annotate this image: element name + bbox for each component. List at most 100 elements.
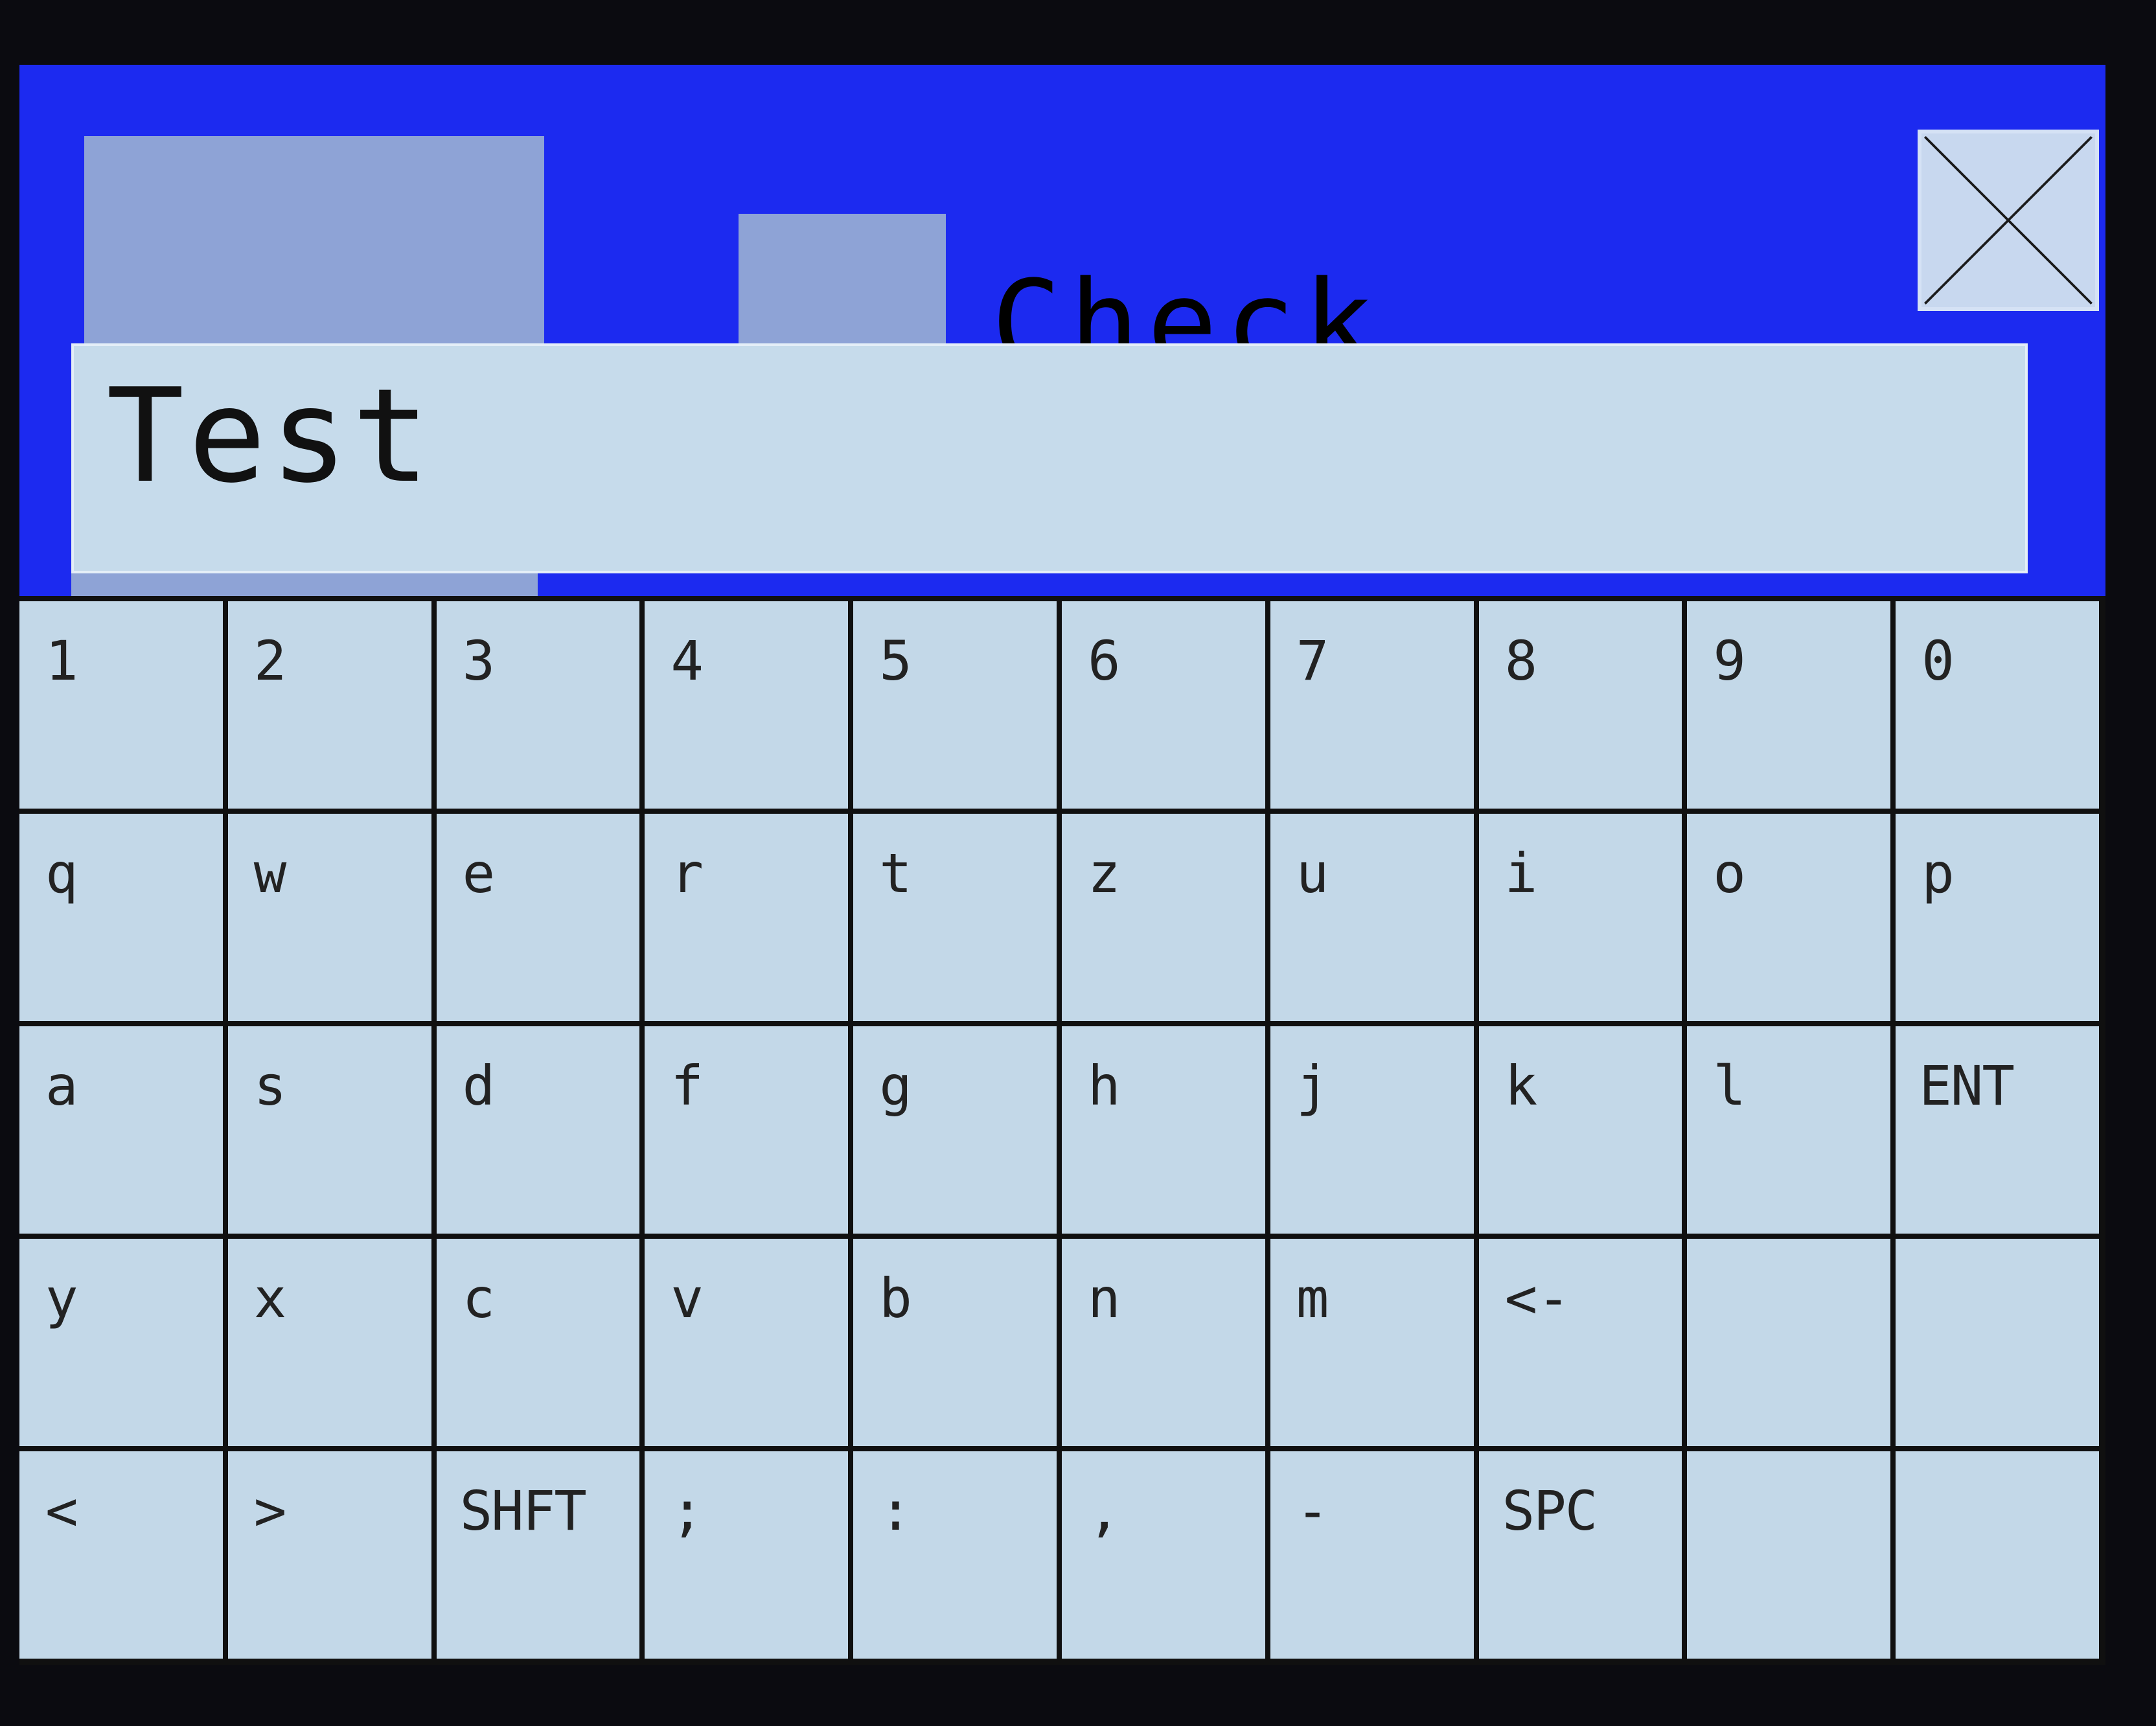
- touchscreen-display: Check Test 1234567890qwertzuiopasdfghjkl…: [19, 65, 2105, 1665]
- key-label: v: [671, 1267, 704, 1330]
- key-label: d: [462, 1054, 496, 1118]
- text-input-value: Test: [106, 361, 434, 512]
- key-label: t: [879, 842, 912, 905]
- key-n[interactable]: n: [1061, 1239, 1265, 1446]
- key-label: x: [253, 1267, 287, 1330]
- key-y[interactable]: y: [19, 1239, 223, 1446]
- key-t[interactable]: t: [853, 814, 1057, 1021]
- key-label: y: [45, 1267, 78, 1330]
- key-shift[interactable]: SHFT: [436, 1451, 640, 1659]
- key-label: a: [45, 1054, 78, 1118]
- key-semicolon[interactable]: ;: [645, 1451, 849, 1659]
- key-label: <-: [1504, 1267, 1570, 1330]
- key-6[interactable]: 6: [1061, 601, 1265, 809]
- key-label: ENT: [1919, 1054, 2015, 1118]
- key-label: u: [1296, 842, 1329, 905]
- key-comma[interactable]: ,: [1061, 1451, 1265, 1659]
- key-label: h: [1087, 1054, 1121, 1118]
- key-blank-4-8[interactable]: [1687, 1451, 1891, 1659]
- key-9[interactable]: 9: [1687, 601, 1891, 809]
- key-f[interactable]: f: [645, 1026, 849, 1234]
- key-g[interactable]: g: [853, 1026, 1057, 1234]
- key-a[interactable]: a: [19, 1026, 223, 1234]
- key-5[interactable]: 5: [853, 601, 1057, 809]
- key-l[interactable]: l: [1687, 1026, 1891, 1234]
- key-backspace[interactable]: <-: [1478, 1239, 1682, 1446]
- key-dash[interactable]: -: [1270, 1451, 1474, 1659]
- key-label: w: [253, 842, 287, 905]
- key-label: z: [1087, 842, 1121, 905]
- key-7[interactable]: 7: [1270, 601, 1474, 809]
- key-label: 2: [253, 629, 287, 693]
- key-label: 9: [1713, 629, 1746, 693]
- key-label: i: [1504, 842, 1538, 905]
- key-label: -: [1296, 1479, 1329, 1543]
- key-w[interactable]: w: [227, 814, 431, 1021]
- key-h[interactable]: h: [1061, 1026, 1265, 1234]
- key-4[interactable]: 4: [645, 601, 849, 809]
- key-8[interactable]: 8: [1478, 601, 1682, 809]
- key-label: 1: [45, 629, 78, 693]
- key-label: o: [1713, 842, 1746, 905]
- key-label: :: [879, 1479, 912, 1543]
- on-screen-keyboard: 1 2 3 4 5 6 7 8 9 0 q w e r t z u i o p a s d f g h j k l ENT y x c v b n m <…: [19, 596, 2105, 1665]
- key-1[interactable]: 1: [19, 601, 223, 809]
- key-2[interactable]: 2: [227, 601, 431, 809]
- key-label: >: [253, 1479, 287, 1543]
- key-j[interactable]: j: [1270, 1026, 1474, 1234]
- key-c[interactable]: c: [436, 1239, 640, 1446]
- key-blank-3-9[interactable]: [1896, 1239, 2099, 1446]
- key-right-arrow[interactable]: >: [227, 1451, 431, 1659]
- key-b[interactable]: b: [853, 1239, 1057, 1446]
- key-e[interactable]: e: [436, 814, 640, 1021]
- key-label: 7: [1296, 629, 1329, 693]
- key-x[interactable]: x: [227, 1239, 431, 1446]
- key-d[interactable]: d: [436, 1026, 640, 1234]
- key-m[interactable]: m: [1270, 1239, 1474, 1446]
- checkbox[interactable]: [739, 214, 946, 356]
- key-label: c: [462, 1267, 496, 1330]
- key-label: 8: [1504, 629, 1538, 693]
- key-r[interactable]: r: [645, 814, 849, 1021]
- key-label: s: [253, 1054, 287, 1118]
- key-label: b: [879, 1267, 912, 1330]
- key-left-arrow[interactable]: <: [19, 1451, 223, 1659]
- key-label: q: [45, 842, 78, 905]
- key-label: SHFT: [459, 1479, 587, 1543]
- key-label: 6: [1087, 629, 1121, 693]
- key-i[interactable]: i: [1478, 814, 1682, 1021]
- key-o[interactable]: o: [1687, 814, 1891, 1021]
- key-label: 4: [671, 629, 704, 693]
- key-label: k: [1504, 1054, 1538, 1118]
- key-label: p: [1921, 842, 1955, 905]
- close-x-icon: [1924, 136, 2093, 305]
- top-left-panel: [84, 136, 544, 350]
- key-label: n: [1087, 1267, 1121, 1330]
- key-s[interactable]: s: [227, 1026, 431, 1234]
- key-label: 3: [462, 629, 496, 693]
- key-label: r: [671, 842, 704, 905]
- key-z[interactable]: z: [1061, 814, 1265, 1021]
- key-label: ;: [671, 1479, 704, 1543]
- key-u[interactable]: u: [1270, 814, 1474, 1021]
- key-space[interactable]: SPC: [1478, 1451, 1682, 1659]
- key-p[interactable]: p: [1896, 814, 2099, 1021]
- key-blank-4-9[interactable]: [1896, 1451, 2099, 1659]
- key-v[interactable]: v: [645, 1239, 849, 1446]
- key-label: l: [1713, 1054, 1746, 1118]
- key-k[interactable]: k: [1478, 1026, 1682, 1234]
- key-label: 0: [1921, 629, 1955, 693]
- key-3[interactable]: 3: [436, 601, 640, 809]
- text-input-field[interactable]: Test: [71, 343, 2028, 573]
- key-blank-3-8[interactable]: [1687, 1239, 1891, 1446]
- key-label: m: [1296, 1267, 1329, 1330]
- key-enter[interactable]: ENT: [1896, 1026, 2099, 1234]
- key-label: 5: [879, 629, 912, 693]
- close-button[interactable]: [1918, 130, 2099, 311]
- key-label: g: [879, 1054, 912, 1118]
- key-colon[interactable]: :: [853, 1451, 1057, 1659]
- key-label: e: [462, 842, 496, 905]
- key-label: ,: [1087, 1479, 1121, 1543]
- key-0[interactable]: 0: [1896, 601, 2099, 809]
- key-q[interactable]: q: [19, 814, 223, 1021]
